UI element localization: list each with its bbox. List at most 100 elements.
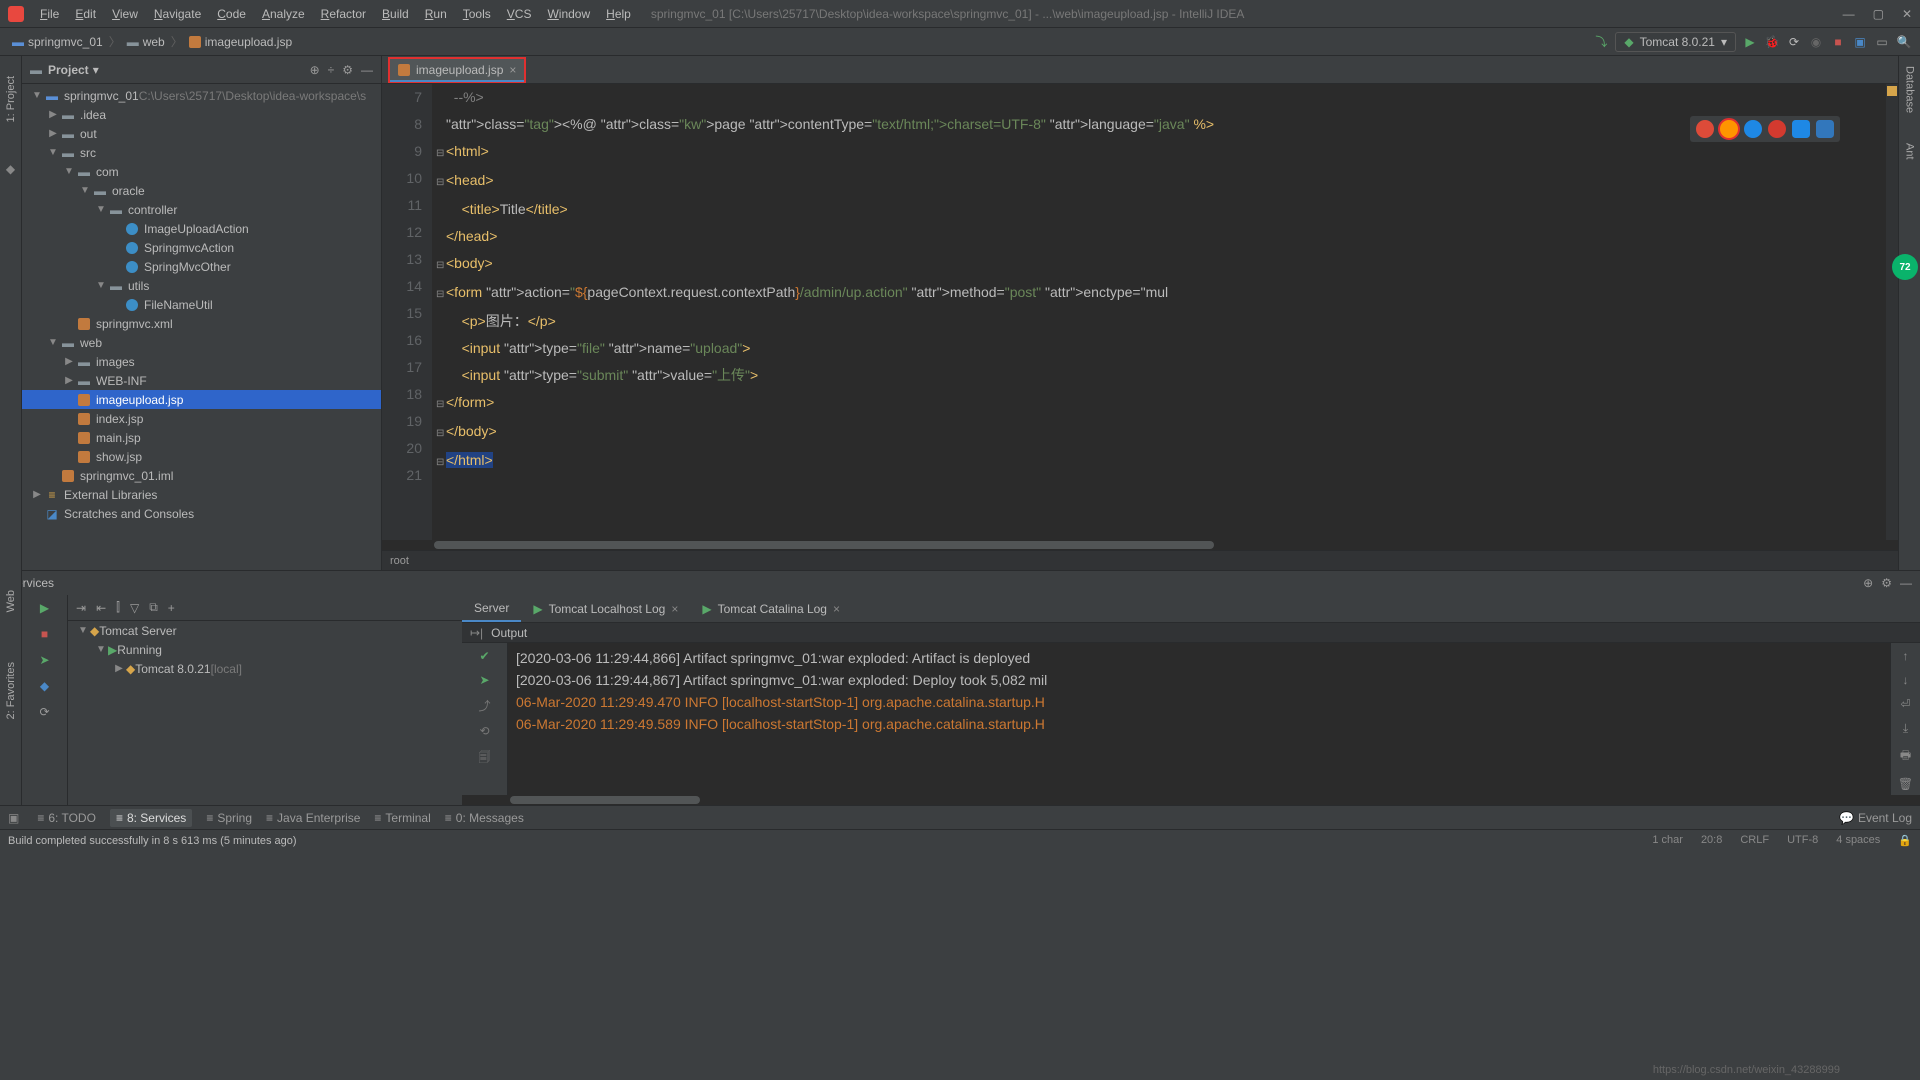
tool-window-button[interactable]: ≡ Terminal (374, 809, 430, 827)
print-icon[interactable]: 🖶 (1900, 746, 1911, 767)
tree-item[interactable]: springmvc_01.iml (22, 466, 381, 485)
tree-item[interactable]: ▶▬images (22, 352, 381, 371)
down-arrow-icon[interactable]: ↓ (1903, 673, 1909, 687)
web-tool-button[interactable]: Web (5, 590, 17, 612)
target-icon[interactable]: ⊕ (1863, 576, 1873, 590)
tree-item[interactable]: ▼▬src (22, 143, 381, 162)
tree-item[interactable]: ▼▬springmvc_01 C:\Users\25717\Desktop\id… (22, 86, 381, 105)
tree-item[interactable]: SpringmvcAction (22, 238, 381, 257)
funnel-icon[interactable]: ▽ (130, 601, 139, 615)
tree-item[interactable]: ▼▬web (22, 333, 381, 352)
tree-item[interactable]: ▼▬utils (22, 276, 381, 295)
firefox-icon[interactable] (1718, 118, 1740, 140)
opera-icon[interactable] (1768, 120, 1786, 138)
menu-navigate[interactable]: Navigate (146, 7, 209, 21)
run-icon[interactable]: ▶ (1742, 34, 1758, 50)
refresh-icon[interactable]: ⟳ (39, 705, 49, 719)
services-tree-item[interactable]: ▼◆ Tomcat Server (68, 621, 462, 640)
search-icon[interactable]: 🔍 (1896, 34, 1912, 50)
tree-item[interactable]: main.jsp (22, 428, 381, 447)
editor-hscroll[interactable] (382, 540, 1898, 550)
gear-icon[interactable]: ⚙ (342, 63, 353, 77)
menu-analyze[interactable]: Analyze (254, 7, 313, 21)
tree-item[interactable]: ◪Scratches and Consoles (22, 504, 381, 523)
tree-item[interactable]: springmvc.xml (22, 314, 381, 333)
status-item[interactable]: 20:8 (1701, 834, 1722, 847)
debug-icon[interactable]: 🐞 (1764, 34, 1780, 50)
trash-icon[interactable]: 🗑 (1898, 777, 1913, 791)
tree-item[interactable]: imageupload.jsp (22, 390, 381, 409)
dump-icon[interactable]: 🗐 (479, 748, 491, 769)
wrap-icon[interactable]: ⏎ (1900, 697, 1910, 711)
project-tree[interactable]: ▼▬springmvc_01 C:\Users\25717\Desktop\id… (22, 84, 381, 570)
editor-breadcrumb[interactable]: root (382, 550, 1898, 570)
tree-item[interactable]: ▶▬WEB-INF (22, 371, 381, 390)
build-icon[interactable]: ⤵ (1593, 34, 1609, 50)
tool-window-button[interactable]: ≡ 6: TODO (37, 809, 96, 827)
gear-icon[interactable]: ⚙ (1881, 576, 1892, 590)
add-icon[interactable]: + (168, 601, 175, 615)
deploy-icon[interactable]: ◆ (40, 679, 49, 693)
safari-icon[interactable] (1744, 120, 1762, 138)
crumb-1[interactable]: ▬ web (123, 35, 169, 49)
tree-item[interactable]: FileNameUtil (22, 295, 381, 314)
coverage-icon[interactable]: ⟳ (1786, 34, 1802, 50)
event-log-button[interactable]: 💬 Event Log (1839, 811, 1912, 825)
menu-help[interactable]: Help (598, 7, 639, 21)
console-output[interactable]: [2020-03-06 11:29:44,866] Artifact sprin… (508, 643, 1890, 795)
status-item[interactable]: UTF-8 (1787, 834, 1818, 847)
chrome-icon[interactable] (1696, 120, 1714, 138)
tool-window-button[interactable]: ≡ 8: Services (110, 809, 192, 827)
play-icon[interactable]: ➤ (479, 673, 489, 687)
services-tree-item[interactable]: ▶◆ Tomcat 8.0.21 [local] (68, 659, 462, 678)
commit-icon[interactable]: ◆ (6, 162, 15, 176)
crumb-2[interactable]: imageupload.jsp (185, 35, 296, 49)
menu-tools[interactable]: Tools (455, 7, 499, 21)
group-icon[interactable]: ⧉ (149, 600, 158, 615)
tree-item[interactable]: ▶▬.idea (22, 105, 381, 124)
collapse-icon[interactable]: ⇤ (96, 601, 106, 615)
hide-icon[interactable]: — (1900, 576, 1912, 590)
menu-edit[interactable]: Edit (67, 7, 104, 21)
divide-icon[interactable]: ÷ (328, 63, 335, 77)
lock-icon[interactable]: 🔒 (1898, 834, 1912, 847)
menu-file[interactable]: File (32, 7, 67, 21)
services-tree-item[interactable]: ▼▶ Running (68, 640, 462, 659)
stop-running-icon[interactable]: ■ (41, 627, 48, 641)
run-config-selector[interactable]: ◆ Tomcat 8.0.21 ▾ (1615, 32, 1736, 52)
run-icon[interactable]: ▶ (40, 601, 49, 615)
layout-icon[interactable]: ▭ (1874, 34, 1890, 50)
tool-window-button[interactable]: ≡ 0: Messages (445, 809, 524, 827)
tree-item[interactable]: ▼▬controller (22, 200, 381, 219)
restart-icon[interactable]: ⟲ (479, 724, 489, 738)
ant-tool-button[interactable]: Ant (1904, 143, 1916, 160)
status-item[interactable]: 1 char (1652, 834, 1683, 847)
editor-body[interactable]: 789101112131415161718192021 --%>"attr">c… (382, 84, 1898, 540)
soft-wrap-icon[interactable]: ↦| (470, 626, 483, 640)
stop-icon[interactable]: ■ (1830, 34, 1846, 50)
menu-window[interactable]: Window (539, 7, 598, 21)
tree-item[interactable]: SpringMvcOther (22, 257, 381, 276)
close-icon[interactable]: ✕ (1902, 7, 1912, 21)
project-tool-button[interactable]: 1: Project (5, 76, 17, 122)
tree-item[interactable]: ▶≡External Libraries (22, 485, 381, 504)
crumb-0[interactable]: ▬ springmvc_01 (8, 35, 107, 49)
windows-icon[interactable]: ▣ (8, 811, 19, 825)
output-tab[interactable]: ▶ Tomcat Localhost Log × (521, 595, 690, 622)
minimize-icon[interactable]: — (1843, 7, 1855, 21)
output-tab[interactable]: ▶ Tomcat Catalina Log × (690, 595, 852, 622)
status-item[interactable]: 4 spaces (1836, 834, 1880, 847)
file-tab-imageupload[interactable]: imageupload.jsp × (388, 57, 526, 83)
chevron-down-icon[interactable]: ▾ (93, 63, 99, 77)
services-tree[interactable]: ⇥ ⇤ ⫿ ▽ ⧉ + ▼◆ Tomcat Server▼▶ Running▶◆… (68, 595, 462, 805)
tree-item[interactable]: ▼▬com (22, 162, 381, 181)
menu-run[interactable]: Run (417, 7, 455, 21)
tree-item[interactable]: ImageUploadAction (22, 219, 381, 238)
tree-item[interactable]: ▼▬oracle (22, 181, 381, 200)
output-tab[interactable]: Server (462, 595, 521, 622)
tool-window-button[interactable]: ≡ Java Enterprise (266, 809, 360, 827)
scroll-end-icon[interactable]: ⤓ (1903, 721, 1908, 736)
menu-refactor[interactable]: Refactor (313, 7, 374, 21)
menu-code[interactable]: Code (209, 7, 254, 21)
tree-item[interactable]: ▶▬out (22, 124, 381, 143)
